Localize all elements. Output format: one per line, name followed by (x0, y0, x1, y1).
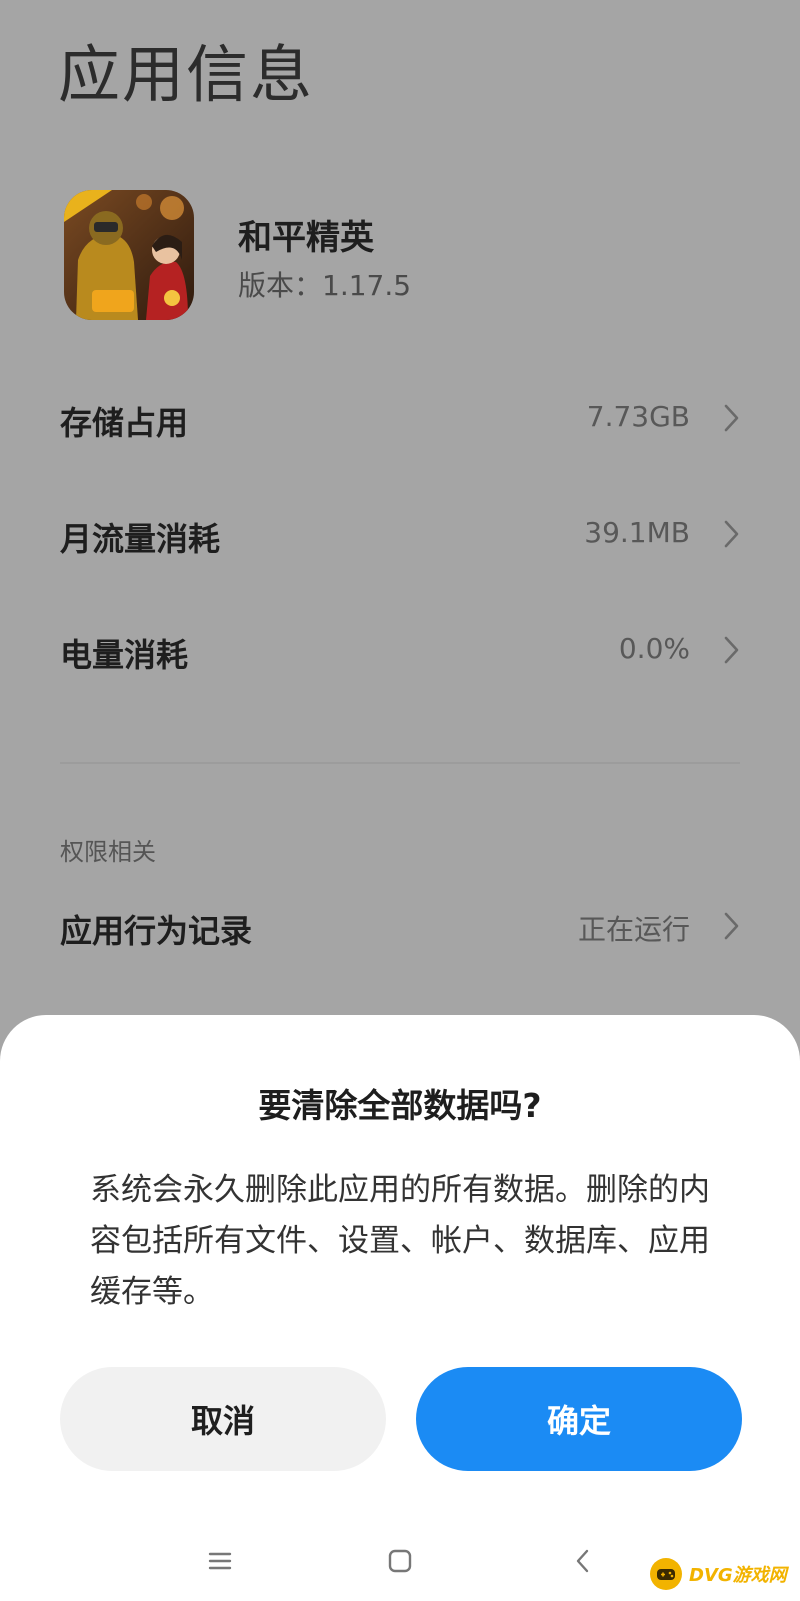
app-name: 和平精英 (238, 218, 374, 258)
app-version: 版本：1.17.5 (238, 269, 412, 302)
row-data-usage[interactable]: 月流量消耗 39.1MB (60, 504, 745, 564)
app-info-screen: 应用信息 和平精英 版本：1.17.5 存储占用 7.73GB 月流量消耗 39… (0, 0, 800, 1601)
app-header: 和平精英 版本：1.17.5 (64, 190, 744, 322)
row-label: 月流量消耗 (60, 520, 221, 558)
row-value: 7.73GB (586, 400, 690, 433)
chevron-right-icon (724, 912, 739, 940)
row-label: 应用行为记录 (60, 912, 253, 950)
menu-icon[interactable] (207, 1548, 233, 1574)
watermark-text: DVG游戏网 (689, 1565, 787, 1586)
row-storage[interactable]: 存储占用 7.73GB (60, 388, 745, 448)
clear-data-dialog: 要清除全部数据吗? 系统会永久删除此应用的所有数据。删除的内容包括所有文件、设置… (0, 1015, 800, 1601)
home-icon[interactable] (387, 1548, 413, 1574)
dialog-title: 要清除全部数据吗? (258, 1086, 542, 1125)
row-value: 39.1MB (584, 516, 690, 549)
row-app-behavior[interactable]: 应用行为记录 正在运行 (60, 896, 745, 956)
row-battery[interactable]: 电量消耗 0.0% (60, 620, 745, 680)
app-icon (64, 190, 194, 320)
watermark: DVG游戏网 (649, 1555, 799, 1595)
row-label: 存储占用 (60, 404, 189, 442)
page-title: 应用信息 (58, 38, 315, 111)
dialog-message: 系统会永久删除此应用的所有数据。删除的内容包括所有文件、设置、帐户、数据库、应用… (90, 1172, 710, 1310)
row-value: 0.0% (618, 632, 690, 665)
confirm-button[interactable]: 确定 (416, 1367, 742, 1471)
section-label-permissions: 权限相关 (60, 838, 156, 866)
chevron-right-icon (724, 636, 739, 664)
cancel-button[interactable]: 取消 (60, 1367, 386, 1471)
gamepad-icon (650, 1558, 682, 1590)
divider (60, 762, 740, 764)
row-value: 正在运行 (577, 913, 690, 946)
chevron-right-icon (724, 520, 739, 548)
chevron-right-icon (724, 404, 739, 432)
row-label: 电量消耗 (60, 636, 189, 674)
back-icon[interactable] (570, 1548, 596, 1574)
